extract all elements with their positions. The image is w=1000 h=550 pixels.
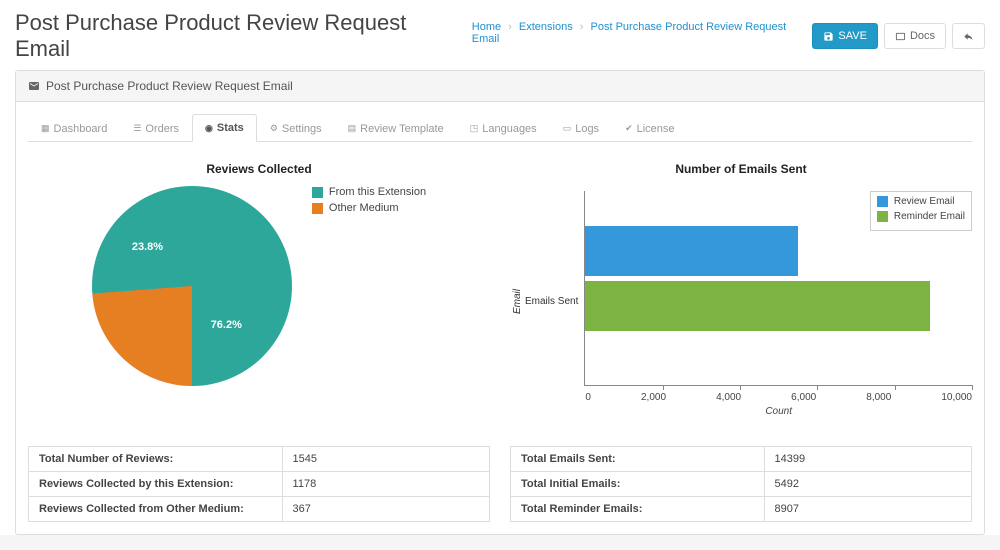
stat-value: 1178 xyxy=(282,472,489,497)
tab-orders[interactable]: ☰Orders xyxy=(120,114,192,142)
bar-xticks: 0 2,000 4,000 6,000 8,000 10,000 xyxy=(585,392,972,403)
breadcrumb: Home › Extensions › Post Purchase Produc… xyxy=(472,21,813,45)
stat-label: Total Initial Emails: xyxy=(511,472,765,497)
pie-legend: From this Extension Other Medium xyxy=(312,186,426,218)
save-icon xyxy=(823,31,834,42)
tab-languages[interactable]: ◳Languages xyxy=(457,114,550,142)
table-row: Total Emails Sent:14399 xyxy=(511,447,972,472)
emails-stats-table: Total Emails Sent:14399Total Initial Ema… xyxy=(510,446,972,522)
tab-settings[interactable]: ⚙Settings xyxy=(257,114,335,142)
pie-chart-title: Reviews Collected xyxy=(28,162,490,176)
legend-item: From this Extension xyxy=(312,186,426,198)
xtick-label: 10,000 xyxy=(941,392,972,403)
save-button[interactable]: SAVE xyxy=(812,23,878,49)
legend-item: Review Email xyxy=(877,196,965,207)
bar-chart-section: Number of Emails Sent Email Emails Sent … xyxy=(510,162,972,416)
bar-legend: Review Email Reminder Email xyxy=(870,191,972,231)
page-header: Post Purchase Product Review Request Ema… xyxy=(0,0,1000,70)
bar-ylabel: Email xyxy=(510,186,525,416)
table-row: Total Initial Emails:5492 xyxy=(511,472,972,497)
bar-reminder-email xyxy=(585,281,929,331)
tab-dashboard[interactable]: ▦Dashboard xyxy=(28,114,120,142)
xtick-label: 4,000 xyxy=(716,392,741,403)
docs-button[interactable]: Docs xyxy=(884,23,946,49)
table-row: Total Reminder Emails:8907 xyxy=(511,497,972,522)
page-title: Post Purchase Product Review Request Ema… xyxy=(15,10,462,62)
tab-logs[interactable]: ▭Logs xyxy=(550,114,612,142)
stat-value: 367 xyxy=(282,497,489,522)
tabs-nav: ▦Dashboard☰Orders◉Stats⚙Settings▤Review … xyxy=(28,114,972,142)
xtick-label: 2,000 xyxy=(641,392,666,403)
stat-label: Total Reminder Emails: xyxy=(511,497,765,522)
pie-slice-label-extension: 76.2% xyxy=(211,319,242,331)
bar-xlabel: Count xyxy=(585,406,972,417)
panel-heading: Post Purchase Product Review Request Ema… xyxy=(16,71,984,102)
stat-value: 8907 xyxy=(764,497,971,522)
main-panel: Post Purchase Product Review Request Ema… xyxy=(15,70,985,535)
legend-item: Other Medium xyxy=(312,202,426,214)
book-icon xyxy=(895,31,906,42)
legend-item: Reminder Email xyxy=(877,211,965,222)
table-row: Reviews Collected by this Extension:1178 xyxy=(29,472,490,497)
xtick-label: 8,000 xyxy=(866,392,891,403)
reply-icon xyxy=(963,31,974,42)
table-row: Reviews Collected from Other Medium:367 xyxy=(29,497,490,522)
envelope-icon xyxy=(28,80,40,92)
xtick-label: 0 xyxy=(585,392,591,403)
xtick-label: 6,000 xyxy=(791,392,816,403)
bar-ycategory: Emails Sent xyxy=(525,186,584,416)
bar-plot-area: Review EmailReminder Email 02,0004,0006,… xyxy=(584,191,972,386)
bar-review-email xyxy=(585,226,797,276)
pie-chart: 23.8% 76.2% xyxy=(92,186,292,386)
breadcrumb-home[interactable]: Home xyxy=(472,21,501,33)
table-row: Total Number of Reviews:1545 xyxy=(29,447,490,472)
pie-chart-section: Reviews Collected 23.8% 76.2% From this E… xyxy=(28,162,490,416)
tab-license[interactable]: ✔License xyxy=(612,114,687,142)
stat-value: 1545 xyxy=(282,447,489,472)
tab-stats[interactable]: ◉Stats xyxy=(192,114,257,142)
stat-label: Reviews Collected by this Extension: xyxy=(29,472,283,497)
reviews-stats-table: Total Number of Reviews:1545Reviews Coll… xyxy=(28,446,490,522)
breadcrumb-extensions[interactable]: Extensions xyxy=(519,21,573,33)
bar-chart-title: Number of Emails Sent xyxy=(510,162,972,176)
back-button[interactable] xyxy=(952,23,985,49)
tab-review-template[interactable]: ▤Review Template xyxy=(335,114,457,142)
stat-value: 14399 xyxy=(764,447,971,472)
stat-label: Total Emails Sent: xyxy=(511,447,765,472)
stat-value: 5492 xyxy=(764,472,971,497)
stat-label: Total Number of Reviews: xyxy=(29,447,283,472)
pie-slice-label-other: 23.8% xyxy=(132,241,163,253)
stat-label: Reviews Collected from Other Medium: xyxy=(29,497,283,522)
